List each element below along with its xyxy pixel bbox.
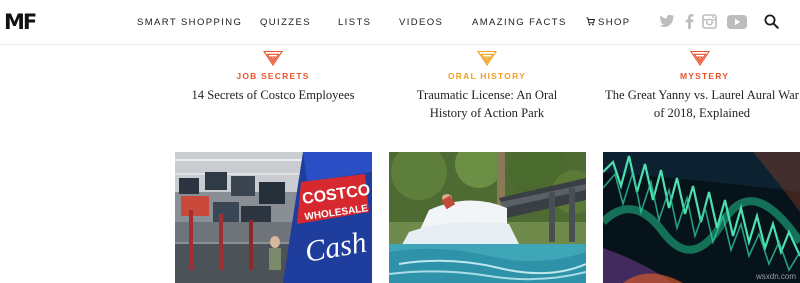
nav-item-amazing-facts[interactable]: AMAZING FACTS <box>472 17 567 28</box>
action-park-thumbnail-image[interactable] <box>389 152 586 283</box>
article-card-action-park[interactable]: ORAL HISTORY Traumatic License: An Oral … <box>387 50 587 122</box>
sound-wave-thumbnail-image[interactable]: wsxdn.com <box>603 152 800 283</box>
triangle-emblem-icon <box>263 50 283 66</box>
twitter-icon[interactable] <box>659 14 675 34</box>
youtube-icon[interactable] <box>727 15 747 34</box>
article-card-yanny-laurel[interactable]: MYSTERY The Great Yanny vs. Laurel Aural… <box>602 50 800 122</box>
nav-item-smart-shopping[interactable]: SMART SHOPPING <box>137 17 242 28</box>
watermark-text: wsxdn.com <box>755 272 796 281</box>
site-header: MF SMART SHOPPING QUIZZES LISTS VIDEOS A… <box>0 0 800 45</box>
triangle-emblem-icon <box>690 50 710 66</box>
cart-icon <box>586 17 596 29</box>
nav-item-quizzes[interactable]: QUIZZES <box>260 17 311 28</box>
site-logo[interactable]: MF <box>4 10 37 34</box>
nav-item-shop[interactable]: SHOP <box>586 17 631 29</box>
article-category[interactable]: MYSTERY <box>680 71 800 82</box>
article-title[interactable]: 14 Secrets of Costco Employees <box>173 86 373 104</box>
article-title[interactable]: Traumatic License: An Oral History of Ac… <box>399 86 575 122</box>
article-card-costco[interactable]: JOB SECRETS 14 Secrets of Costco Employe… <box>173 50 373 104</box>
nav-item-videos[interactable]: VIDEOS <box>399 17 443 28</box>
triangle-emblem-icon <box>477 50 497 66</box>
instagram-icon[interactable] <box>702 14 717 34</box>
article-category[interactable]: JOB SECRETS <box>173 71 373 82</box>
article-category[interactable]: ORAL HISTORY <box>387 71 587 82</box>
costco-thumbnail-image[interactable]: COSTCO WHOLESALE Cash <box>175 152 372 283</box>
search-icon[interactable] <box>764 14 779 34</box>
article-title[interactable]: The Great Yanny vs. Laurel Aural War of … <box>602 86 800 122</box>
nav-item-shop-label: SHOP <box>598 17 631 28</box>
facebook-icon[interactable] <box>685 14 694 34</box>
nav-item-lists[interactable]: LISTS <box>338 17 371 28</box>
